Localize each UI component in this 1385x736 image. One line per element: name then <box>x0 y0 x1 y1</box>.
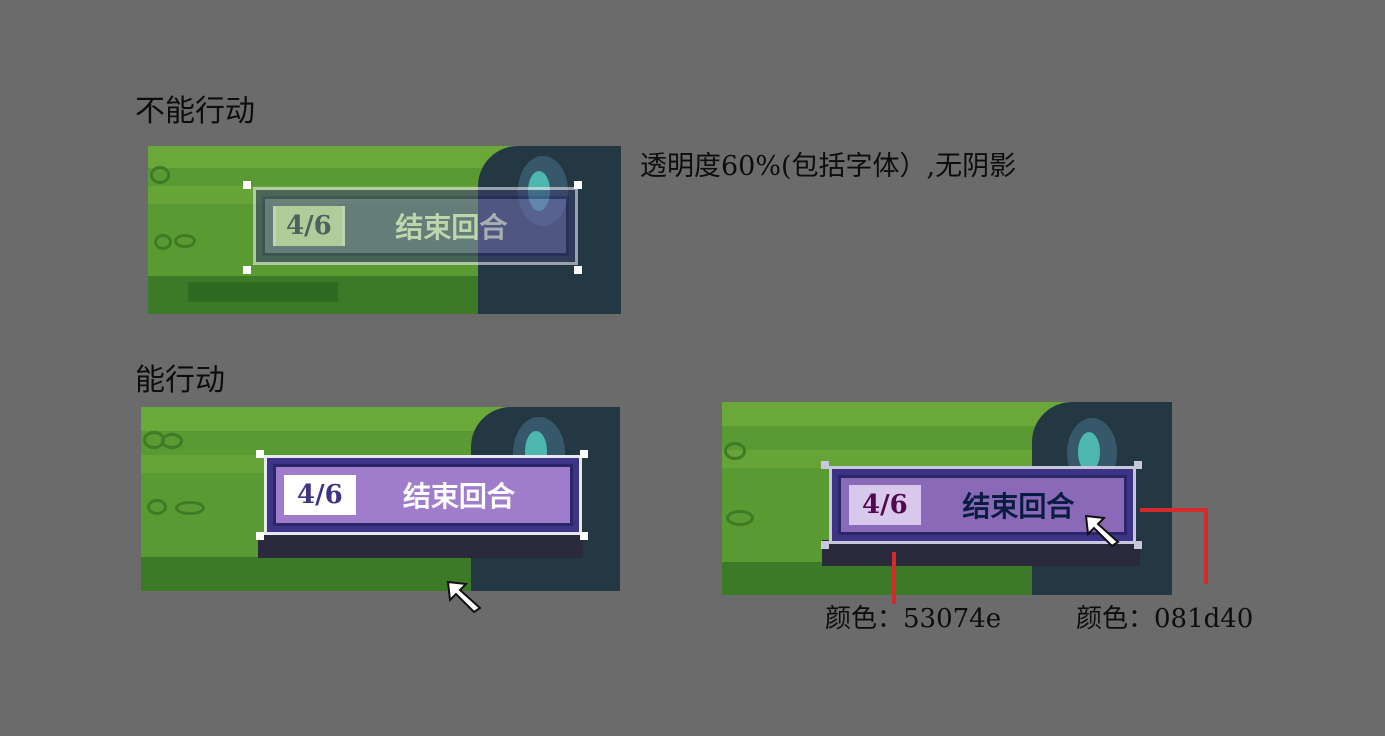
hud-drop-shadow <box>258 532 583 558</box>
selection-handle <box>243 266 251 274</box>
selection-handle <box>574 181 582 189</box>
disabled-section-title: 不能行动 <box>135 94 255 129</box>
selection-handle <box>821 461 829 469</box>
turn-counter: 4/6 <box>849 485 921 525</box>
selection-handle <box>580 450 588 458</box>
selection-handle <box>256 450 264 458</box>
enabled-section-title: 能行动 <box>135 363 225 398</box>
end-turn-hud-disabled: 4/6 结束回合 <box>253 187 578 265</box>
selection-handle <box>580 532 588 540</box>
turn-counter: 4/6 <box>273 206 345 246</box>
callout-line <box>1204 508 1208 584</box>
callout-line <box>892 552 896 604</box>
callout-line <box>1140 508 1208 512</box>
end-turn-hud-enabled[interactable]: 4/6 结束回合 <box>264 455 582 535</box>
selection-handle <box>243 181 251 189</box>
selection-handle <box>1134 541 1142 549</box>
end-turn-label: 结束回合 <box>402 480 515 513</box>
pointer-cursor-icon <box>1084 514 1120 548</box>
selection-handle <box>1134 461 1142 469</box>
selection-handle <box>821 541 829 549</box>
disabled-style-note: 透明度60%(包括字体）,无阴影 <box>640 151 1017 182</box>
selection-handle <box>256 532 264 540</box>
border-color-label: 颜色：081d40 <box>1076 604 1254 634</box>
pointer-cursor-icon <box>446 580 482 614</box>
turn-counter: 4/6 <box>284 475 356 515</box>
selection-handle <box>574 266 582 274</box>
counter-color-label: 颜色：53074e <box>825 604 1002 634</box>
end-turn-label: 结束回合 <box>395 211 508 244</box>
